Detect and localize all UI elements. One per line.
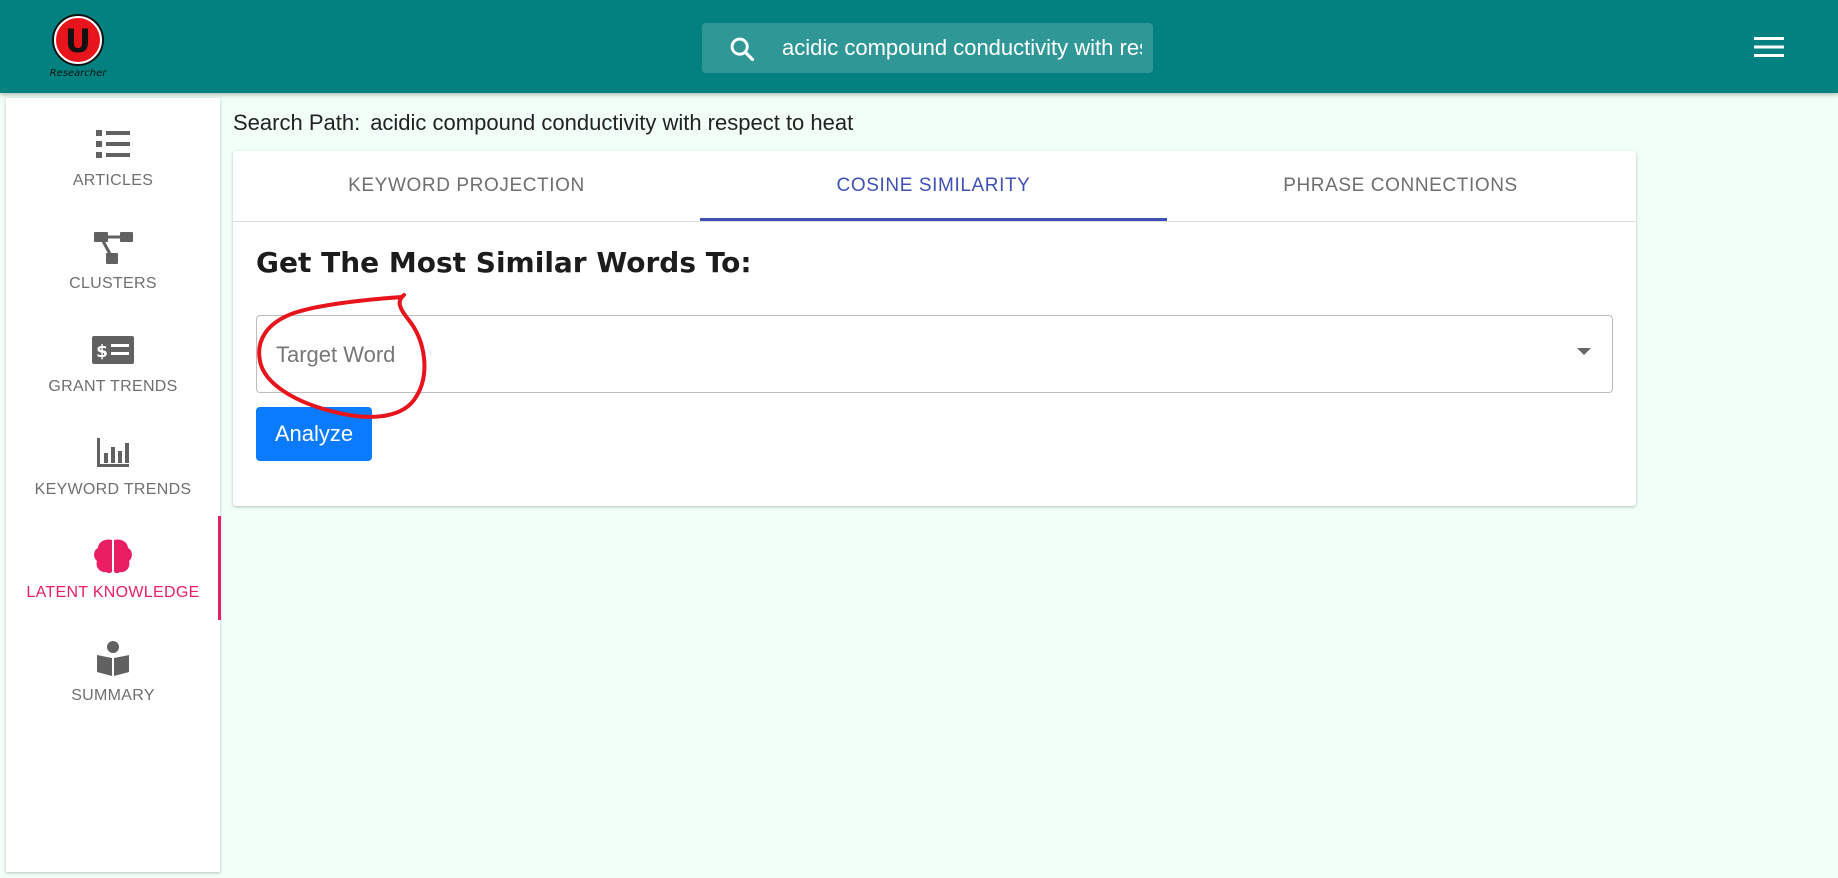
grant-icon: $ [92,336,134,364]
hamburger-menu-icon[interactable] [1754,34,1784,60]
app-logo[interactable]: U Researcher [48,12,108,82]
sidebar-item-label: ARTICLES [72,172,154,189]
tab-phrase-connections[interactable]: PHRASE CONNECTIONS [1167,151,1634,221]
search-path-value: acidic compound conductivity with respec… [370,110,854,135]
analyze-button[interactable]: Analyze [256,407,372,461]
sidebar-item-label: SUMMARY [71,687,155,704]
target-word-placeholder: Target Word [276,342,396,367]
sidebar-item-keyword-trends[interactable]: KEYWORD TRENDS [6,413,220,513]
sidebar-item-label: GRANT TRENDS [48,378,178,395]
sidebar-item-summary[interactable]: SUMMARY [6,619,220,719]
tab-bar: KEYWORD PROJECTION COSINE SIMILARITY PHR… [233,151,1636,222]
top-app-bar: U Researcher [0,0,1838,93]
target-word-select[interactable]: Target Word [256,315,1613,393]
sidebar-item-label: CLUSTERS [69,275,157,292]
sidebar-item-grant-trends[interactable]: $ GRANT TRENDS [6,310,220,410]
search-box[interactable] [702,23,1153,73]
clusters-icon [94,232,133,264]
reader-icon [97,641,129,676]
search-input[interactable] [782,23,1142,73]
sidebar-nav: ARTICLES CLUSTERS $ GRANT TRENDS KEYWORD… [6,98,221,872]
brain-icon [94,539,132,574]
list-icon [96,130,130,158]
analysis-card: KEYWORD PROJECTION COSINE SIMILARITY PHR… [233,151,1636,506]
sidebar-item-latent-knowledge[interactable]: LATENT KNOWLEDGE [6,516,221,620]
search-path: Search Path: acidic compound conductivity… [233,110,853,136]
tab-keyword-projection[interactable]: KEYWORD PROJECTION [233,151,700,221]
bar-chart-icon [97,438,129,467]
search-path-label: Search Path: [233,110,361,135]
logo-badge-icon: U [52,14,104,66]
logo-text: Researcher [49,68,107,79]
sidebar-item-clusters[interactable]: CLUSTERS [6,207,220,307]
svg-text:$: $ [96,342,108,362]
chevron-down-icon[interactable] [1576,347,1592,357]
sidebar-item-articles[interactable]: ARTICLES [6,104,220,204]
sidebar-item-label: KEYWORD TRENDS [34,481,192,498]
section-heading: Get The Most Similar Words To: [256,246,752,279]
tab-cosine-similarity[interactable]: COSINE SIMILARITY [700,151,1167,221]
sidebar-item-label: LATENT KNOWLEDGE [26,584,200,601]
search-icon[interactable] [728,35,756,63]
svg-text:U: U [65,22,91,60]
